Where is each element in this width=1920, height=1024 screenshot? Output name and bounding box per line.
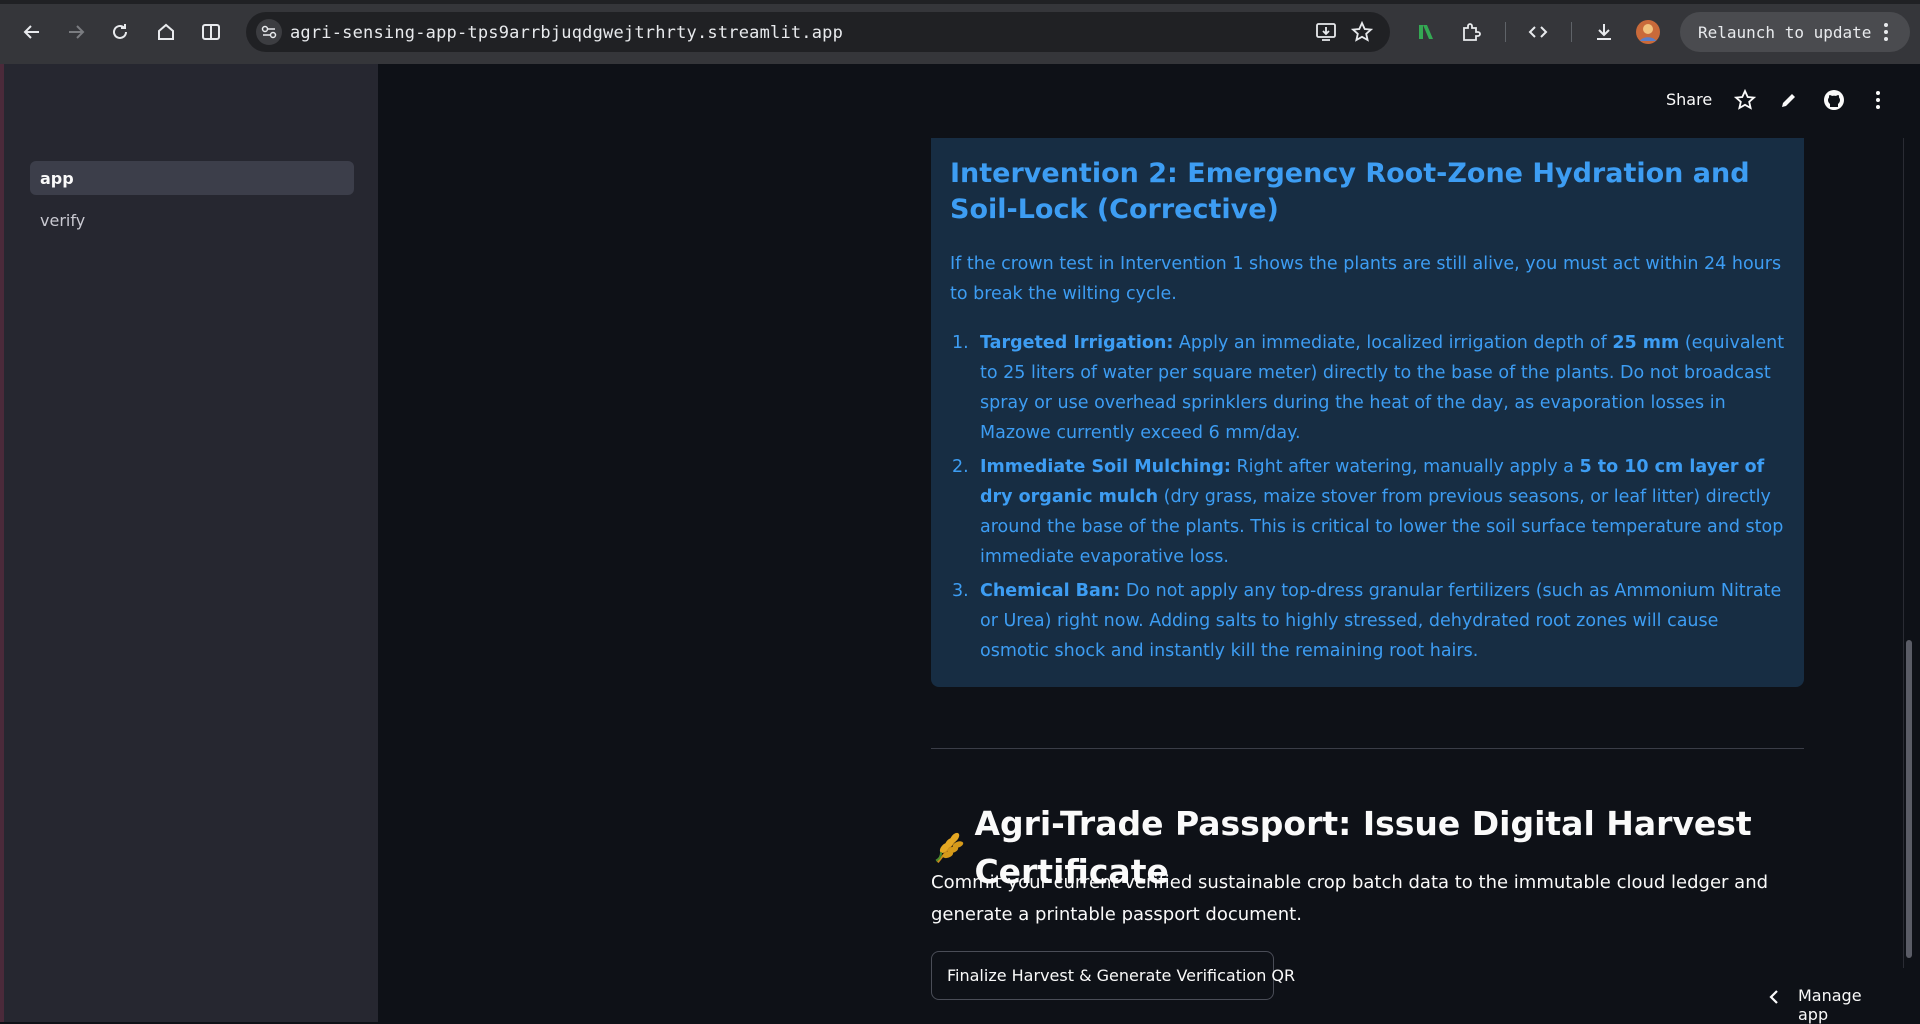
intervention-title: Intervention 2: Emergency Root-Zone Hydr… <box>950 158 1750 225</box>
step-text: Apply an immediate, localized irrigation… <box>1173 333 1613 353</box>
extension-button[interactable] <box>1410 16 1442 48</box>
back-button[interactable] <box>16 16 48 48</box>
reload-icon <box>113 24 127 39</box>
list-item: 2. Immediate Soil Mulching: Right after w… <box>950 452 1790 572</box>
github-button[interactable] <box>1822 88 1846 112</box>
relaunch-label: Relaunch to update <box>1698 23 1872 42</box>
install-icon <box>1316 23 1336 41</box>
bookmark-button[interactable] <box>1346 16 1378 48</box>
wheat-icon <box>935 832 964 863</box>
list-number: 2. <box>952 457 969 477</box>
devtools-button[interactable] <box>1522 16 1554 48</box>
step-text: Right after watering, manually apply a <box>1230 457 1580 477</box>
url-text: agri-sensing-app-tps9arrbjuqdgwejtrhrty.… <box>290 23 844 43</box>
intervention-steps: 1. Targeted Irrigation: Apply an immediat… <box>950 328 1790 670</box>
sidebar-item-label: app <box>40 169 74 188</box>
sidebar-item-label: verify <box>40 211 86 230</box>
extensions-menu-button[interactable] <box>1455 16 1487 48</box>
toolbar-divider <box>1505 22 1506 42</box>
manage-app-button[interactable]: Manage app <box>1760 983 1890 1024</box>
extension-green-icon <box>1419 25 1433 39</box>
arrow-right-icon <box>69 25 85 39</box>
forward-button[interactable] <box>60 16 92 48</box>
button-label: Finalize Harvest & Generate Verification… <box>947 966 1296 985</box>
github-icon <box>1824 90 1844 110</box>
browser-toolbar: agri-sensing-app-tps9arrbjuqdgwejtrhrty.… <box>0 0 1920 64</box>
scrollbar-thumb[interactable] <box>1906 640 1912 958</box>
chevron-left-icon <box>1769 990 1778 1004</box>
home-icon <box>158 23 174 40</box>
profile-button[interactable] <box>1632 16 1664 48</box>
toolbar-divider <box>1571 22 1572 42</box>
download-icon <box>1597 24 1611 40</box>
star-icon <box>1351 21 1373 42</box>
list-item: 3. Chemical Ban: Do not apply any top-dre… <box>950 576 1790 666</box>
manage-app-label: Manage app <box>1798 986 1862 1024</box>
list-item: 1. Targeted Irrigation: Apply an immediat… <box>950 328 1790 448</box>
step-lead: Immediate Soil Mulching: <box>980 457 1231 477</box>
arrow-left-icon <box>23 25 39 39</box>
pencil-icon <box>1782 94 1795 107</box>
sidebar-item-verify[interactable]: verify <box>30 203 354 237</box>
split-view-icon <box>202 24 220 40</box>
star-icon <box>1734 89 1756 110</box>
code-icon <box>1528 26 1548 38</box>
home-button[interactable] <box>150 16 182 48</box>
sidebar: app verify <box>4 64 378 1022</box>
relaunch-button[interactable]: Relaunch to update <box>1680 12 1910 52</box>
reload-button[interactable] <box>104 16 136 48</box>
intervention-intro: If the crown test in Intervention 1 show… <box>950 254 1782 304</box>
site-info-icon[interactable] <box>256 19 282 45</box>
install-app-button[interactable] <box>1310 16 1342 48</box>
more-vertical-icon <box>1876 91 1880 109</box>
address-bar[interactable]: agri-sensing-app-tps9arrbjuqdgwejtrhrty.… <box>246 12 1390 52</box>
scroll-track <box>1903 138 1904 968</box>
finalize-harvest-button[interactable]: Finalize Harvest & Generate Verification… <box>931 951 1295 1000</box>
list-number: 3. <box>952 581 969 601</box>
passport-description: Commit your current verified sustainable… <box>931 872 1769 925</box>
split-view-button[interactable] <box>195 16 227 48</box>
main-menu-button[interactable] <box>1866 88 1890 112</box>
puzzle-icon <box>1463 23 1481 41</box>
more-vertical-icon <box>1884 23 1888 41</box>
edit-button[interactable] <box>1777 88 1801 112</box>
tab-strip-edge <box>0 0 1920 4</box>
sidebar-item-app[interactable]: app <box>30 161 354 195</box>
avatar-icon <box>1636 20 1660 44</box>
downloads-button[interactable] <box>1588 16 1620 48</box>
step-lead: Targeted Irrigation: <box>980 333 1174 353</box>
share-button[interactable]: Share <box>1666 90 1712 109</box>
list-number: 1. <box>952 333 969 353</box>
step-lead: Chemical Ban: <box>980 581 1121 601</box>
favorite-button[interactable] <box>1733 88 1757 112</box>
step-highlight: 25 mm <box>1612 333 1680 353</box>
section-divider <box>931 748 1804 749</box>
